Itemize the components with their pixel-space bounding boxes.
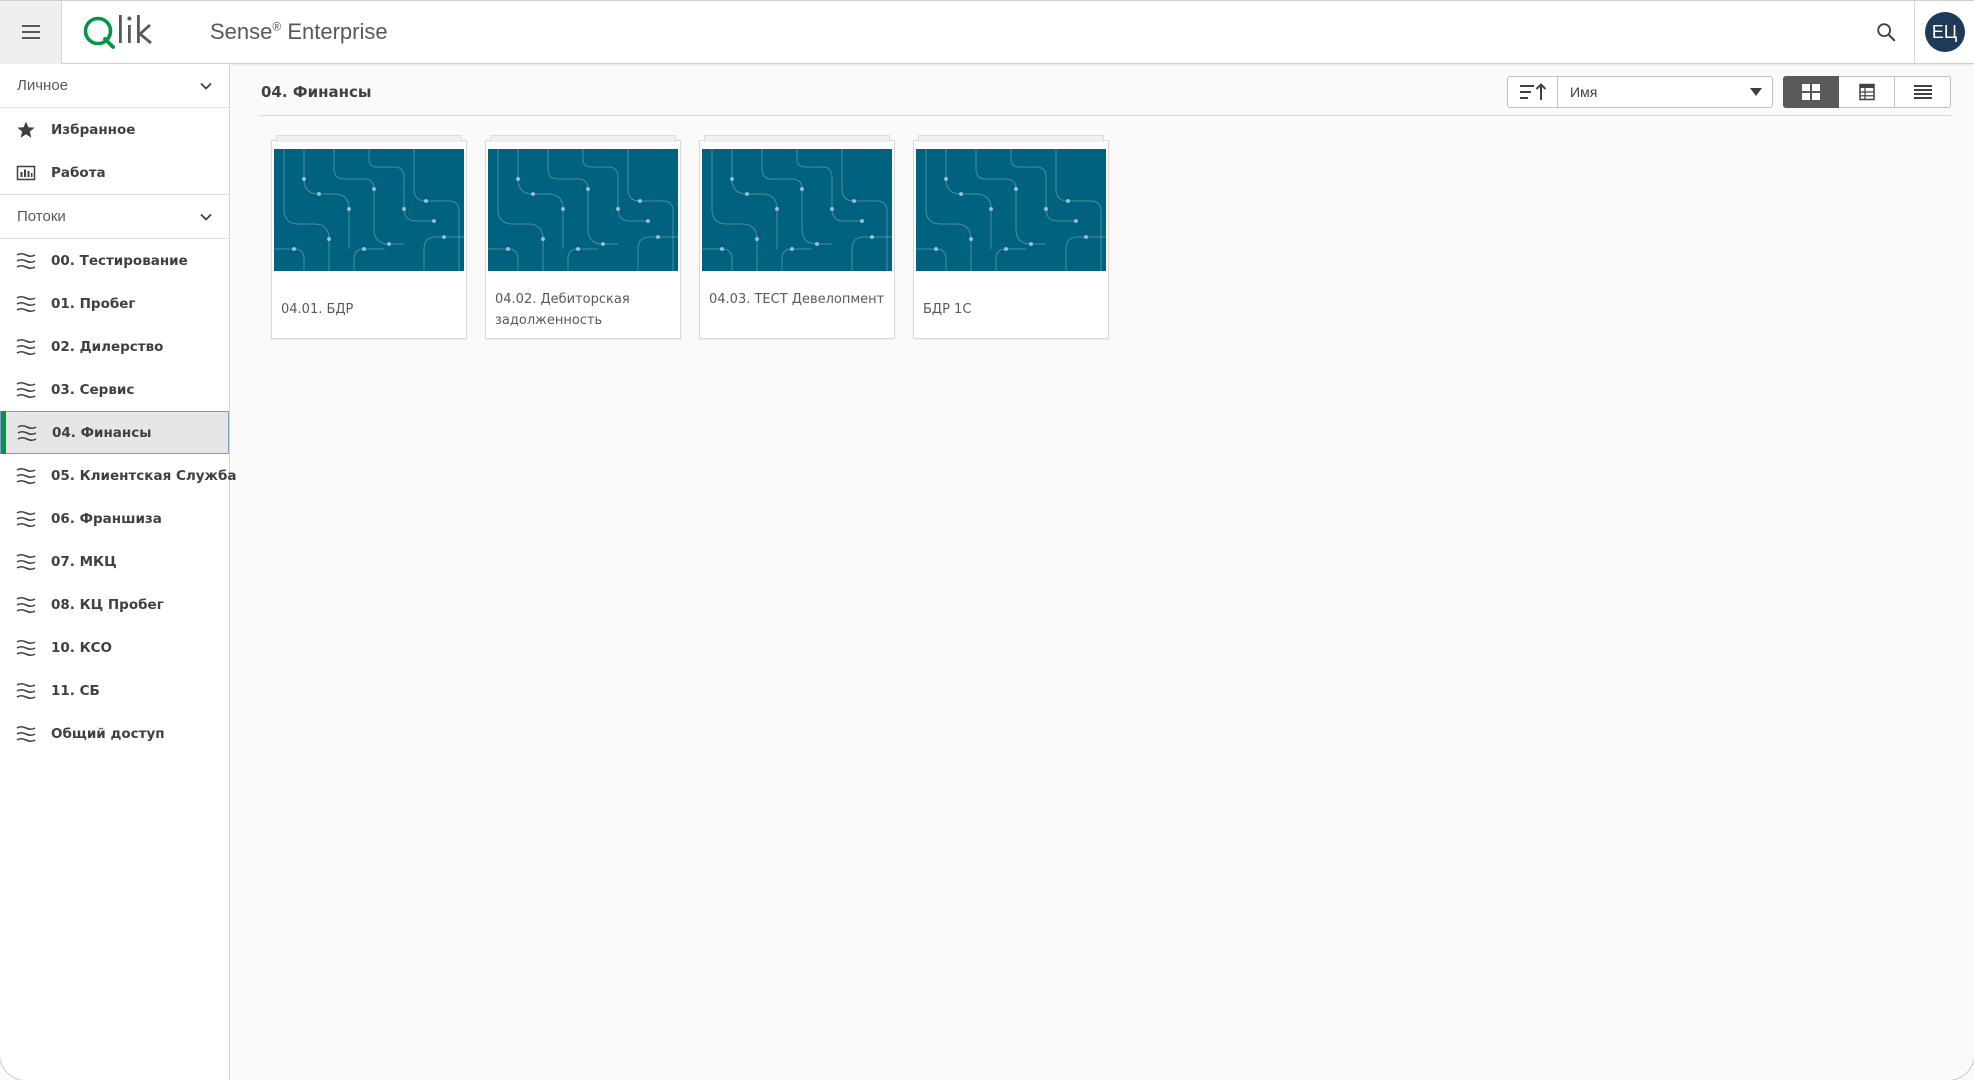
sidebar-stream-item[interactable]: 03. Сервис bbox=[0, 368, 229, 411]
sidebar-item-label: Общий доступ bbox=[51, 725, 165, 742]
sort-by-value: Имя bbox=[1570, 83, 1598, 100]
stream-icon bbox=[17, 424, 37, 441]
app-card[interactable]: 04.03. ТЕСТ Девелопмент bbox=[699, 135, 895, 339]
table-view-icon bbox=[1858, 83, 1875, 100]
sidebar-stream-item[interactable]: Общий доступ bbox=[0, 712, 229, 755]
sort-by-dropdown[interactable]: Имя bbox=[1557, 75, 1773, 108]
sidebar-item-favorites[interactable]: Избранное bbox=[0, 108, 229, 151]
product-edition: Enterprise bbox=[281, 19, 388, 44]
personal-section-toggle[interactable]: Личное bbox=[0, 64, 229, 108]
grid-view-button[interactable] bbox=[1783, 75, 1839, 108]
stream-icon bbox=[16, 553, 36, 570]
app-thumbnail bbox=[702, 149, 892, 271]
star-icon bbox=[17, 121, 35, 138]
stream-icon bbox=[16, 338, 36, 355]
main-content: 04. Финансы Имя 04.01. БДР 04.02. Дебито… bbox=[231, 64, 1974, 1080]
sidebar-item-label: 04. Финансы bbox=[52, 424, 152, 441]
sort-icon bbox=[1519, 82, 1546, 100]
avatar[interactable]: ЕЦ bbox=[1924, 12, 1965, 52]
stream-icon bbox=[16, 682, 36, 699]
sidebar-item-label: 08. КЦ Пробег bbox=[51, 596, 164, 613]
sidebar-stream-item[interactable]: 08. КЦ Пробег bbox=[0, 583, 229, 626]
stream-icon bbox=[16, 510, 36, 527]
app-card[interactable]: БДР 1С bbox=[913, 135, 1109, 339]
sidebar-item-label: 05. Клиентская Служба bbox=[51, 467, 237, 484]
sidebar-item-label: 11. СБ bbox=[51, 682, 100, 699]
view-controls: Имя bbox=[1507, 75, 1951, 108]
sort-order-button[interactable] bbox=[1507, 75, 1557, 108]
streams-section-toggle[interactable]: Потоки bbox=[0, 195, 229, 239]
chevron-down-icon bbox=[200, 82, 212, 90]
app-thumbnail bbox=[274, 149, 464, 271]
hamburger-menu-button[interactable] bbox=[0, 0, 62, 64]
sidebar-stream-item[interactable]: 10. КСО bbox=[0, 626, 229, 669]
sidebar-stream-item[interactable]: 11. СБ bbox=[0, 669, 229, 712]
grid-view-icon bbox=[1802, 83, 1820, 100]
stream-icon bbox=[16, 295, 36, 312]
header-actions: ЕЦ bbox=[1858, 0, 1974, 64]
sidebar-item-label: Работа bbox=[51, 164, 106, 181]
app-card-title: БДР 1С bbox=[923, 302, 972, 317]
product-name-text: Sense bbox=[210, 19, 273, 44]
registered-mark: ® bbox=[272, 19, 282, 34]
top-bar: Sense® Enterprise ЕЦ bbox=[0, 0, 1974, 64]
app-thumbnail-pattern bbox=[916, 149, 1106, 271]
app-thumbnail-pattern bbox=[274, 149, 464, 271]
view-mode-switch bbox=[1783, 75, 1951, 108]
qlik-logo-icon bbox=[83, 15, 152, 49]
sidebar-stream-item[interactable]: 06. Франшиза bbox=[0, 497, 229, 540]
sidebar-item-label: 10. КСО bbox=[51, 639, 113, 656]
sidebar-item-label: 00. Тестирование bbox=[51, 252, 188, 269]
sidebar-item-label: 03. Сервис bbox=[51, 381, 135, 398]
hamburger-icon bbox=[21, 25, 40, 39]
app-card-title: 04.03. ТЕСТ Девелопмент bbox=[709, 292, 885, 307]
personal-items: Избранное Работа bbox=[0, 108, 229, 195]
chevron-down-icon bbox=[200, 213, 212, 221]
sidebar-item-label: Избранное bbox=[51, 121, 136, 138]
sidebar-stream-item[interactable]: 07. МКЦ bbox=[0, 540, 229, 583]
search-button[interactable] bbox=[1858, 1, 1914, 64]
page-title: 04. Финансы bbox=[261, 82, 372, 101]
user-menu: ЕЦ bbox=[1914, 0, 1974, 64]
sidebar-stream-item[interactable]: 01. Пробег bbox=[0, 282, 229, 325]
sidebar-item-label: 07. МКЦ bbox=[51, 553, 117, 570]
sidebar: Личное Избранное Работа Потоки 00. Тести… bbox=[0, 64, 237, 1080]
sidebar-item-label: 01. Пробег bbox=[51, 295, 136, 312]
streams-section-label: Потоки bbox=[17, 208, 66, 225]
app-card-title: 04.01. БДР bbox=[281, 302, 354, 317]
app-card[interactable]: 04.02. Дебиторская задолженность bbox=[485, 135, 681, 339]
sidebar-stream-item[interactable]: 00. Тестирование bbox=[0, 239, 229, 282]
list-view-icon bbox=[1913, 84, 1932, 99]
app-card[interactable]: 04.01. БДР bbox=[271, 135, 467, 339]
stream-icon bbox=[16, 725, 36, 742]
sidebar-stream-item[interactable]: 05. Клиентская Служба bbox=[0, 454, 237, 497]
sidebar-item-label: 06. Франшиза bbox=[51, 510, 162, 527]
app-thumbnail-pattern bbox=[488, 149, 678, 271]
app-thumbnail bbox=[916, 149, 1106, 271]
stream-icon bbox=[16, 467, 36, 484]
product-name: Sense® Enterprise bbox=[210, 19, 388, 45]
stream-toolbar: 04. Финансы Имя bbox=[261, 74, 1951, 116]
app-thumbnail-pattern bbox=[702, 149, 892, 271]
app-window: Sense® Enterprise ЕЦ Личное Избранное Ра… bbox=[0, 0, 1974, 1080]
stream-icon bbox=[16, 639, 36, 656]
list-view-button[interactable] bbox=[1895, 75, 1951, 108]
streams-list: 00. Тестирование 01. Пробег 02. Дилерств… bbox=[0, 239, 237, 755]
stream-icon bbox=[16, 252, 36, 269]
search-icon bbox=[1877, 23, 1896, 42]
personal-section-label: Личное bbox=[17, 77, 69, 94]
app-grid: 04.01. БДР 04.02. Дебиторская задолженно… bbox=[271, 135, 1127, 339]
sidebar-item-label: 02. Дилерство bbox=[51, 338, 164, 355]
caret-down-icon bbox=[1750, 87, 1762, 96]
work-icon bbox=[16, 165, 36, 180]
app-thumbnail bbox=[488, 149, 678, 271]
stream-icon bbox=[16, 381, 36, 398]
sidebar-stream-item[interactable]: 02. Дилерство bbox=[0, 325, 229, 368]
app-card-title: 04.02. Дебиторская задолженность bbox=[495, 292, 630, 328]
qlik-logo[interactable] bbox=[82, 10, 172, 54]
sidebar-item-work[interactable]: Работа bbox=[0, 151, 229, 194]
stream-icon bbox=[16, 596, 36, 613]
table-view-button[interactable] bbox=[1839, 75, 1895, 108]
sidebar-stream-item-active[interactable]: 04. Финансы bbox=[0, 411, 229, 454]
